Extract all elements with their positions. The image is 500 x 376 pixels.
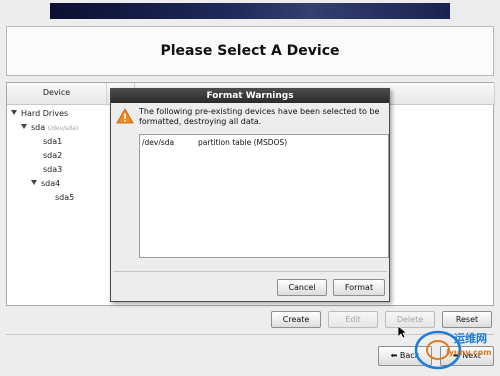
warning-icon	[116, 108, 134, 124]
top-banner	[50, 3, 450, 19]
watermark-url: iyunv.com	[446, 348, 492, 357]
format-warnings-dialog: Format Warnings The following pre-existi…	[110, 88, 390, 302]
column-header-device[interactable]: Device	[7, 83, 107, 105]
tree-item-hard-drives[interactable]: Hard Drives	[11, 109, 68, 118]
page-header: Please Select A Device	[6, 26, 494, 76]
list-item-type: partition table (MSDOS)	[198, 138, 288, 147]
edit-button[interactable]: Edit	[328, 311, 378, 328]
create-button[interactable]: Create	[271, 311, 321, 328]
tree-item-sda2[interactable]: sda2	[43, 151, 62, 160]
page-title: Please Select A Device	[160, 43, 340, 59]
device-path: (/dev/sda)	[47, 125, 79, 132]
back-arrow-icon: ⬅	[390, 351, 398, 360]
cancel-button[interactable]: Cancel	[277, 279, 327, 296]
expander-icon[interactable]	[31, 180, 37, 185]
tree-item-sda5[interactable]: sda5	[55, 193, 74, 202]
expander-icon[interactable]	[21, 124, 27, 129]
mouse-cursor-icon	[398, 326, 407, 339]
expander-icon[interactable]	[11, 110, 17, 115]
list-item-device[interactable]: /dev/sda	[142, 138, 174, 147]
dialog-separator	[113, 271, 387, 272]
dialog-title: Format Warnings	[111, 89, 389, 103]
tree-item-sda[interactable]: sda (/dev/sda)	[21, 123, 78, 132]
device-list[interactable]: /dev/sda partition table (MSDOS)	[139, 134, 389, 258]
dialog-message: The following pre-existing devices have …	[139, 107, 380, 126]
format-button[interactable]: Format	[333, 279, 385, 296]
watermark-text: 运维网	[454, 332, 487, 345]
tree-item-sda3[interactable]: sda3	[43, 165, 62, 174]
tree-item-sda4[interactable]: sda4	[31, 179, 60, 188]
tree-item-sda1[interactable]: sda1	[43, 137, 62, 146]
